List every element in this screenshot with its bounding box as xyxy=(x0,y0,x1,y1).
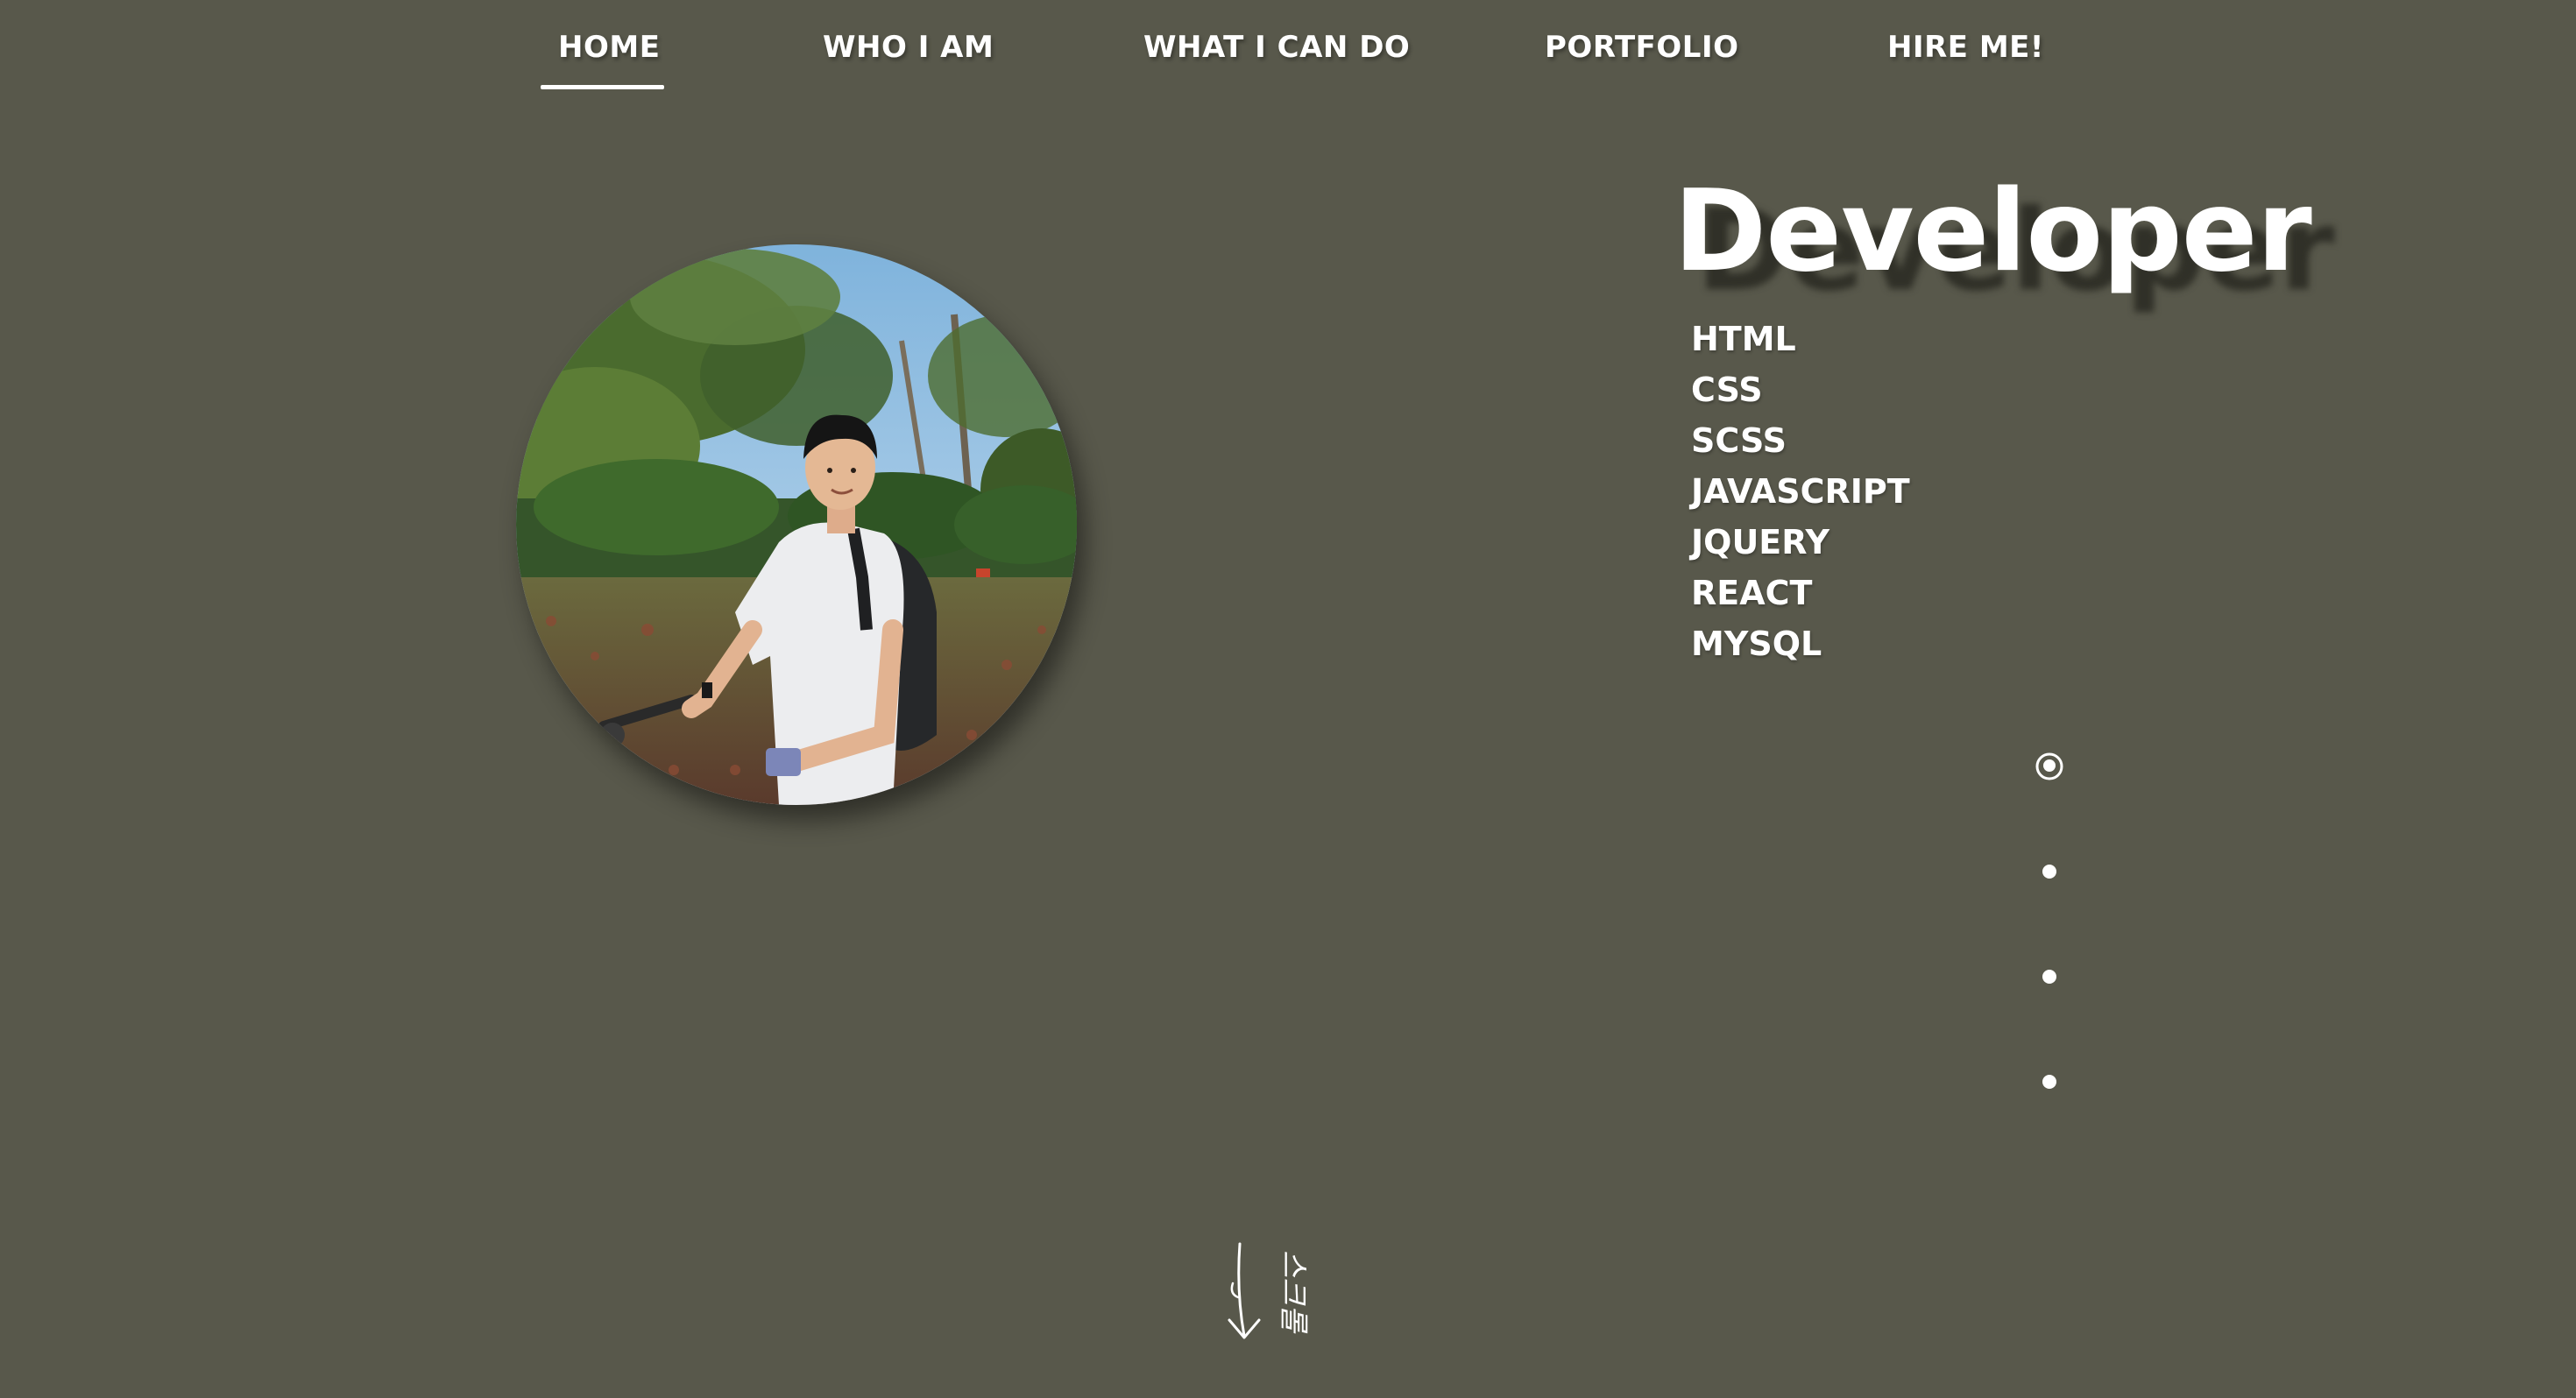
scroll-hint[interactable]: 스크롤 xyxy=(1222,1239,1354,1371)
pagination-dot-active-icon xyxy=(2035,752,2063,780)
skill-item-react: REACT xyxy=(1691,574,1813,612)
nav-who-i-am[interactable]: WHO I AM xyxy=(823,30,994,65)
pagination-dot-icon xyxy=(2042,865,2056,879)
skill-item-scss: SCSS xyxy=(1691,421,1787,460)
nav-home[interactable]: HOME xyxy=(558,30,660,65)
nav-active-underline xyxy=(541,85,664,89)
pagination-dot-icon xyxy=(2042,1075,2056,1089)
pagination-dot-3[interactable] xyxy=(2041,968,2058,985)
skill-item-css: CSS xyxy=(1691,371,1763,409)
skills-list: HTML CSS SCSS JAVASCRIPT JQUERY REACT MY… xyxy=(1691,314,1910,669)
hero-headline: Developer xyxy=(1674,166,2312,297)
nav-portfolio[interactable]: PORTFOLIO xyxy=(1545,30,1739,65)
pagination-dot-2[interactable] xyxy=(2041,863,2058,880)
nav-what-i-can-do[interactable]: WHAT I CAN DO xyxy=(1143,30,1410,65)
skill-item-html: HTML xyxy=(1691,320,1796,358)
scroll-hint-text: 스크롤 xyxy=(1276,1250,1311,1334)
scroll-arrow-icon: 스크롤 xyxy=(1228,1242,1311,1339)
nav-hire-me[interactable]: HIRE ME! xyxy=(1887,30,2044,65)
profile-photo xyxy=(516,244,1077,805)
skill-item-jquery: JQUERY xyxy=(1691,523,1829,561)
main-nav: HOME WHO I AM WHAT I CAN DO PORTFOLIO HI… xyxy=(0,0,2576,96)
pagination-dot-1-active[interactable] xyxy=(2035,752,2064,781)
pagination-dot-4[interactable] xyxy=(2041,1073,2058,1091)
skill-item-mysql: MYSQL xyxy=(1691,625,1822,663)
profile-photo-illustration xyxy=(516,244,1077,805)
pagination-dot-icon xyxy=(2042,970,2056,984)
skill-item-javascript: JAVASCRIPT xyxy=(1691,472,1910,511)
hero-headline-wrap: Developer Developer xyxy=(1674,166,2335,316)
